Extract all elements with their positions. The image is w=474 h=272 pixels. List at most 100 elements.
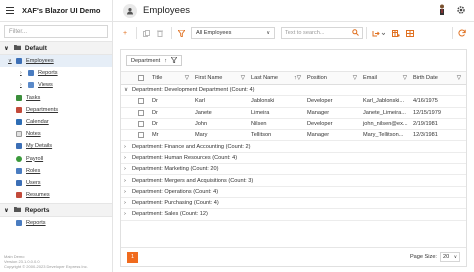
toolbar-separator (452, 27, 453, 39)
filter-placeholder: Filter... (9, 28, 28, 35)
filter-icon[interactable] (170, 56, 178, 65)
filter-icon[interactable]: ▽ (241, 75, 245, 81)
row-checkbox[interactable] (135, 108, 149, 118)
chevron-right-icon[interactable]: › (124, 211, 132, 217)
sidebar-item-calendar[interactable]: Calendar (0, 116, 112, 128)
chevron-right-icon[interactable]: › (20, 70, 28, 76)
cell-title: Dr (152, 121, 158, 128)
page-size: Page Size: 20 ∨ (410, 252, 460, 262)
menu-icon[interactable] (6, 7, 14, 14)
group-chip-department[interactable]: Department ↑ (126, 55, 183, 66)
row-checkbox[interactable] (135, 119, 149, 129)
column-header-position[interactable]: Position ▽ (304, 72, 360, 84)
sidebar-item-label: Departments (26, 106, 59, 113)
chevron-right-icon[interactable]: › (124, 166, 132, 172)
chevron-down-icon[interactable]: ∨ (8, 58, 16, 64)
sidebar-item-departments[interactable]: Departments (0, 104, 112, 116)
chevron-right-icon[interactable]: › (124, 144, 132, 150)
row-checkbox[interactable] (135, 130, 149, 140)
chevron-down-icon[interactable]: ∨ (124, 87, 132, 93)
group-row[interactable]: › Department: Marketing (Count: 20) (121, 164, 466, 176)
cell-title: Mr (152, 132, 159, 139)
chevron-right-icon[interactable]: › (20, 82, 28, 88)
chevron-down-icon: ∨ (453, 254, 457, 259)
group-row[interactable]: › Department: Sales (Count: 12) (121, 209, 466, 221)
notes-icon (16, 131, 22, 138)
view-select[interactable]: All Employees ∨ (191, 27, 275, 39)
sidebar-item-payroll[interactable]: Payroll (0, 153, 112, 165)
tasks-icon (16, 94, 22, 101)
sidebar-item-tasks[interactable]: Tasks (0, 92, 112, 104)
report-icon (16, 220, 22, 227)
toolbar-separator (366, 27, 367, 39)
employee-icon (16, 58, 22, 65)
column-header-title[interactable]: Title ▽ (149, 72, 192, 84)
filter-icon[interactable]: ▽ (353, 75, 357, 81)
search-input[interactable]: Text to search... (281, 27, 363, 39)
row-checkbox[interactable] (135, 96, 149, 106)
group-row[interactable]: › Department: Mergers and Acquisitions (C… (121, 175, 466, 187)
column-header-birth-date[interactable]: Birth Date ▽ (410, 72, 464, 84)
sidebar-item-label: Calendar (26, 119, 49, 126)
views-icon (28, 82, 34, 89)
chevron-right-icon[interactable]: › (124, 189, 132, 195)
chevron-right-icon[interactable]: › (124, 155, 132, 161)
column-header-label: Birth Date (413, 75, 438, 81)
group-row[interactable]: › Department: Finance and Accounting (Cou… (121, 141, 466, 153)
search-icon[interactable] (352, 28, 359, 38)
column-header-email[interactable]: Email ▽ (360, 72, 410, 84)
delete-icon[interactable] (154, 27, 166, 39)
column-chooser-icon[interactable] (390, 27, 402, 39)
sidebar-item-users[interactable]: Users (0, 177, 112, 189)
sidebar-item-views[interactable]: › Views (0, 79, 112, 91)
sidebar-item-resumes[interactable]: Resumes (0, 189, 112, 201)
sidebar-item-label: Payroll (26, 155, 44, 162)
column-header-last-name[interactable]: Last Name ↑▽ (248, 72, 304, 84)
indent (121, 119, 135, 129)
group-row[interactable]: › Department: Purchasing (Count: 4) (121, 198, 466, 210)
filter-icon[interactable] (175, 27, 187, 39)
sidebar-filter-input[interactable]: Filter... (4, 25, 108, 38)
select-all-checkbox[interactable] (135, 72, 149, 84)
grid-options-icon[interactable] (404, 27, 416, 39)
table-row[interactable]: Dr John Nilsen Developer john_nilsen@ex.… (121, 119, 466, 131)
sidebar-group-label: Default (24, 44, 47, 52)
sidebar-group-reports[interactable]: ∨ Reports (0, 203, 112, 218)
sidebar-item-label: Users (26, 179, 41, 186)
sidebar-item-notes[interactable]: Notes (0, 128, 112, 140)
chevron-down-icon: ∨ (4, 207, 9, 214)
group-row[interactable]: › Department: Human Resources (Count: 4) (121, 153, 466, 165)
table-row[interactable]: Dr Janete Limeira Manager Janete_Limeira… (121, 108, 466, 119)
refresh-icon[interactable] (456, 27, 468, 39)
new-icon[interactable]: + (119, 27, 131, 39)
page-button[interactable]: 1 (127, 251, 138, 263)
chevron-right-icon[interactable]: › (124, 200, 132, 206)
sidebar-item-employees[interactable]: ∨ Employees (0, 55, 112, 68)
copy-icon[interactable] (140, 27, 152, 39)
calendar-icon (16, 119, 22, 126)
header-actions (438, 4, 474, 18)
filter-icon[interactable]: ▽ (185, 75, 189, 81)
group-row-expanded[interactable]: ∨ Department: Development Department (Co… (121, 85, 466, 97)
group-row[interactable]: › Department: Operations (Count: 4) (121, 187, 466, 198)
table-row[interactable]: Mr Mary Tellitson Manager Mary_Tellitson… (121, 130, 466, 142)
table-row[interactable]: Dr Karl Jablonski Developer Karl_Jablons… (121, 96, 466, 108)
page-size-select[interactable]: 20 ∨ (440, 252, 460, 262)
chevron-right-icon[interactable]: › (124, 178, 132, 184)
sidebar-item-roles[interactable]: Roles (0, 165, 112, 177)
page-header: Employees (113, 3, 438, 18)
sidebar-item-reports[interactable]: Reports (0, 217, 112, 229)
filter-icon[interactable]: ▽ (403, 75, 407, 81)
user-avatar-icon[interactable] (438, 4, 446, 18)
export-icon[interactable] (370, 27, 386, 39)
column-header-label: Email (363, 75, 377, 81)
cell-last-name: Nilsen (251, 121, 267, 128)
sidebar: Filter... ∨ Default ∨ Employees › Report… (0, 22, 113, 272)
sidebar-item-my-details[interactable]: My Details (0, 140, 112, 152)
column-header-first-name[interactable]: First Name ▽ (192, 72, 248, 84)
sidebar-group-default[interactable]: ∨ Default (0, 41, 112, 55)
cell-birth-date: 2/19/1981 (413, 121, 438, 128)
settings-icon[interactable] (456, 5, 466, 17)
sidebar-item-employee-reports[interactable]: › Reports (0, 67, 112, 79)
filter-icon[interactable]: ▽ (457, 75, 461, 81)
